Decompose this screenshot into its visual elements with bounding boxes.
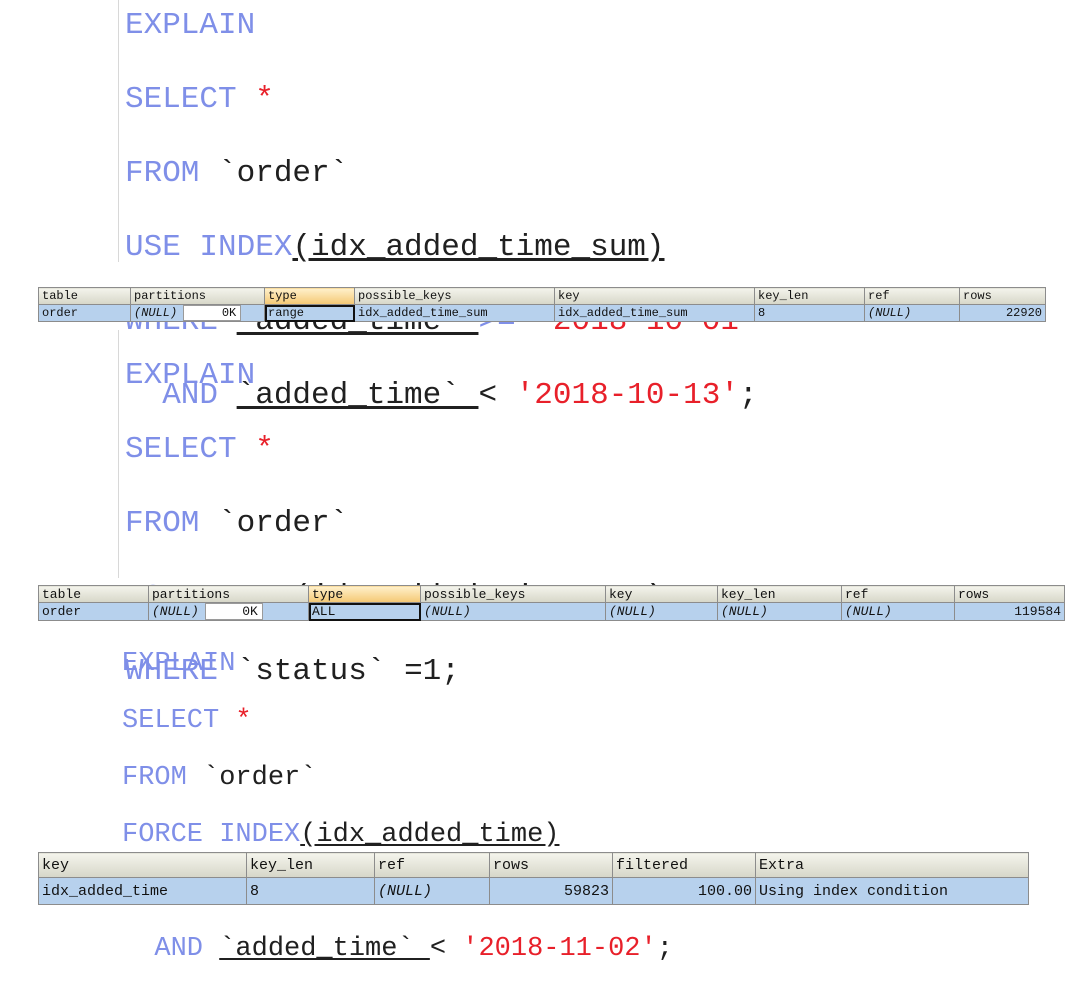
code-token: `order` <box>218 506 349 541</box>
code-line: AND `added_time` < '2018-11-02'; <box>122 936 673 963</box>
cell-filtered[interactable]: 100.00 <box>612 877 756 905</box>
column-header-rows[interactable]: rows <box>954 585 1065 603</box>
explain-result-grid-2[interactable]: table partitions type possible_keys key … <box>38 585 1065 621</box>
cell-key[interactable]: idx_added_time_sum <box>554 304 755 322</box>
explain-result-grid-3[interactable]: key key_len ref rows filtered Extra idx_… <box>38 852 1029 905</box>
cell-possible-keys[interactable]: idx_added_time_sum <box>354 304 555 322</box>
code-token: '2018-11-02' <box>462 934 657 964</box>
table-row[interactable]: order (NULL) 0K ALL (NULL) (NULL) (NULL) … <box>38 602 1065 621</box>
column-header-ref[interactable]: ref <box>864 287 960 305</box>
cell-rows[interactable]: 119584 <box>954 602 1065 621</box>
code-token: (idx_added_time) <box>300 820 560 850</box>
column-header-type[interactable]: type <box>264 287 355 305</box>
cell-key[interactable]: (NULL) <box>605 602 718 621</box>
cell-key[interactable]: idx_added_time <box>38 877 247 905</box>
code-line: FROM `order` <box>122 765 673 792</box>
sql-query-3[interactable]: EXPLAIN SELECT * FROM `order` FORCE INDE… <box>122 651 673 993</box>
column-header-table[interactable]: table <box>38 287 131 305</box>
cell-key-len[interactable]: 8 <box>754 304 865 322</box>
column-header-rows[interactable]: rows <box>959 287 1046 305</box>
code-line: EXPLAIN <box>125 360 665 391</box>
column-header-key[interactable]: key <box>605 585 718 603</box>
code-line: FORCE INDEX(idx_added_time) <box>122 822 673 849</box>
cell-extra[interactable]: Using index condition <box>755 877 1029 905</box>
code-token: * <box>255 82 274 117</box>
code-token: ; <box>738 378 758 413</box>
grid-header-row: table partitions type possible_keys key … <box>38 287 1046 305</box>
column-header-possible-keys[interactable]: possible_keys <box>420 585 606 603</box>
code-token: FROM <box>125 506 219 541</box>
cell-table[interactable]: order <box>38 602 149 621</box>
code-line: EXPLAIN <box>125 10 758 41</box>
column-header-rows[interactable]: rows <box>489 852 613 878</box>
cell-rows[interactable]: 59823 <box>489 877 613 905</box>
column-header-partitions[interactable]: partitions <box>130 287 265 305</box>
null-value: (NULL) <box>134 306 178 320</box>
code-token: SELECT <box>125 432 256 467</box>
code-line: SELECT * <box>122 708 673 735</box>
cell-table[interactable]: order <box>38 304 131 322</box>
table-row[interactable]: idx_added_time 8 (NULL) 59823 100.00 Usi… <box>38 877 1029 905</box>
blob-size-box[interactable]: 0K <box>183 305 242 321</box>
column-header-filtered[interactable]: filtered <box>612 852 756 878</box>
cell-type[interactable]: ALL <box>308 602 421 621</box>
column-header-key-len[interactable]: key_len <box>246 852 375 878</box>
code-line: FROM `order` <box>125 158 758 189</box>
null-value: (NULL) <box>152 604 199 619</box>
grid-header-row: table partitions type possible_keys key … <box>38 585 1065 603</box>
cell-partitions[interactable]: (NULL) 0K <box>130 304 265 322</box>
code-token: * <box>255 432 274 467</box>
column-header-key-len[interactable]: key_len <box>754 287 865 305</box>
code-line: SELECT * <box>125 84 758 115</box>
code-token: EXPLAIN <box>125 358 256 393</box>
code-token: EXPLAIN <box>125 8 256 43</box>
cell-key-len[interactable]: 8 <box>246 877 375 905</box>
column-header-ref[interactable]: ref <box>841 585 955 603</box>
column-header-key[interactable]: key <box>38 852 247 878</box>
editor-gutter <box>118 330 119 578</box>
cell-ref[interactable]: (NULL) <box>374 877 490 905</box>
cell-key-len[interactable]: (NULL) <box>717 602 842 621</box>
code-line: EXPLAIN <box>122 651 673 678</box>
code-line: FROM `order` <box>125 508 665 539</box>
column-header-possible-keys[interactable]: possible_keys <box>354 287 555 305</box>
code-token: SELECT <box>125 82 256 117</box>
blob-size-box[interactable]: 0K <box>204 603 263 620</box>
cell-ref[interactable]: (NULL) <box>841 602 955 621</box>
code-line: SELECT * <box>125 434 665 465</box>
code-token: FROM <box>122 763 204 793</box>
column-header-ref[interactable]: ref <box>374 852 490 878</box>
editor-gutter <box>118 0 119 262</box>
column-header-type[interactable]: type <box>308 585 421 603</box>
code-line: USE INDEX(idx_added_time_sum) <box>125 232 758 263</box>
table-row[interactable]: order (NULL) 0K range idx_added_time_sum … <box>38 304 1046 322</box>
column-header-extra[interactable]: Extra <box>755 852 1029 878</box>
code-token: `order` <box>218 156 349 191</box>
code-token: * <box>235 706 252 736</box>
code-token: USE INDEX <box>125 230 293 265</box>
explain-result-grid-1[interactable]: table partitions type possible_keys key … <box>38 287 1046 322</box>
code-token: `added_time` <box>219 934 430 964</box>
cell-type[interactable]: range <box>264 304 355 322</box>
cell-partitions[interactable]: (NULL) 0K <box>148 602 309 621</box>
code-token: FROM <box>125 156 219 191</box>
code-token: EXPLAIN <box>122 649 236 679</box>
grid-header-row: key key_len ref rows filtered Extra <box>38 852 1029 878</box>
code-token: FORCE INDEX <box>122 820 301 850</box>
column-header-partitions[interactable]: partitions <box>148 585 309 603</box>
cell-possible-keys[interactable]: (NULL) <box>420 602 606 621</box>
cell-ref[interactable]: (NULL) <box>864 304 960 322</box>
column-header-table[interactable]: table <box>38 585 149 603</box>
column-header-key[interactable]: key <box>554 287 755 305</box>
code-token: SELECT <box>122 706 236 736</box>
code-token: ; <box>656 934 673 964</box>
code-token: < <box>429 934 463 964</box>
cell-rows[interactable]: 22920 <box>959 304 1046 322</box>
column-header-key-len[interactable]: key_len <box>717 585 842 603</box>
code-token: AND <box>122 934 220 964</box>
code-token: `order` <box>203 763 317 793</box>
code-token: (idx_added_time_sum) <box>292 230 665 265</box>
